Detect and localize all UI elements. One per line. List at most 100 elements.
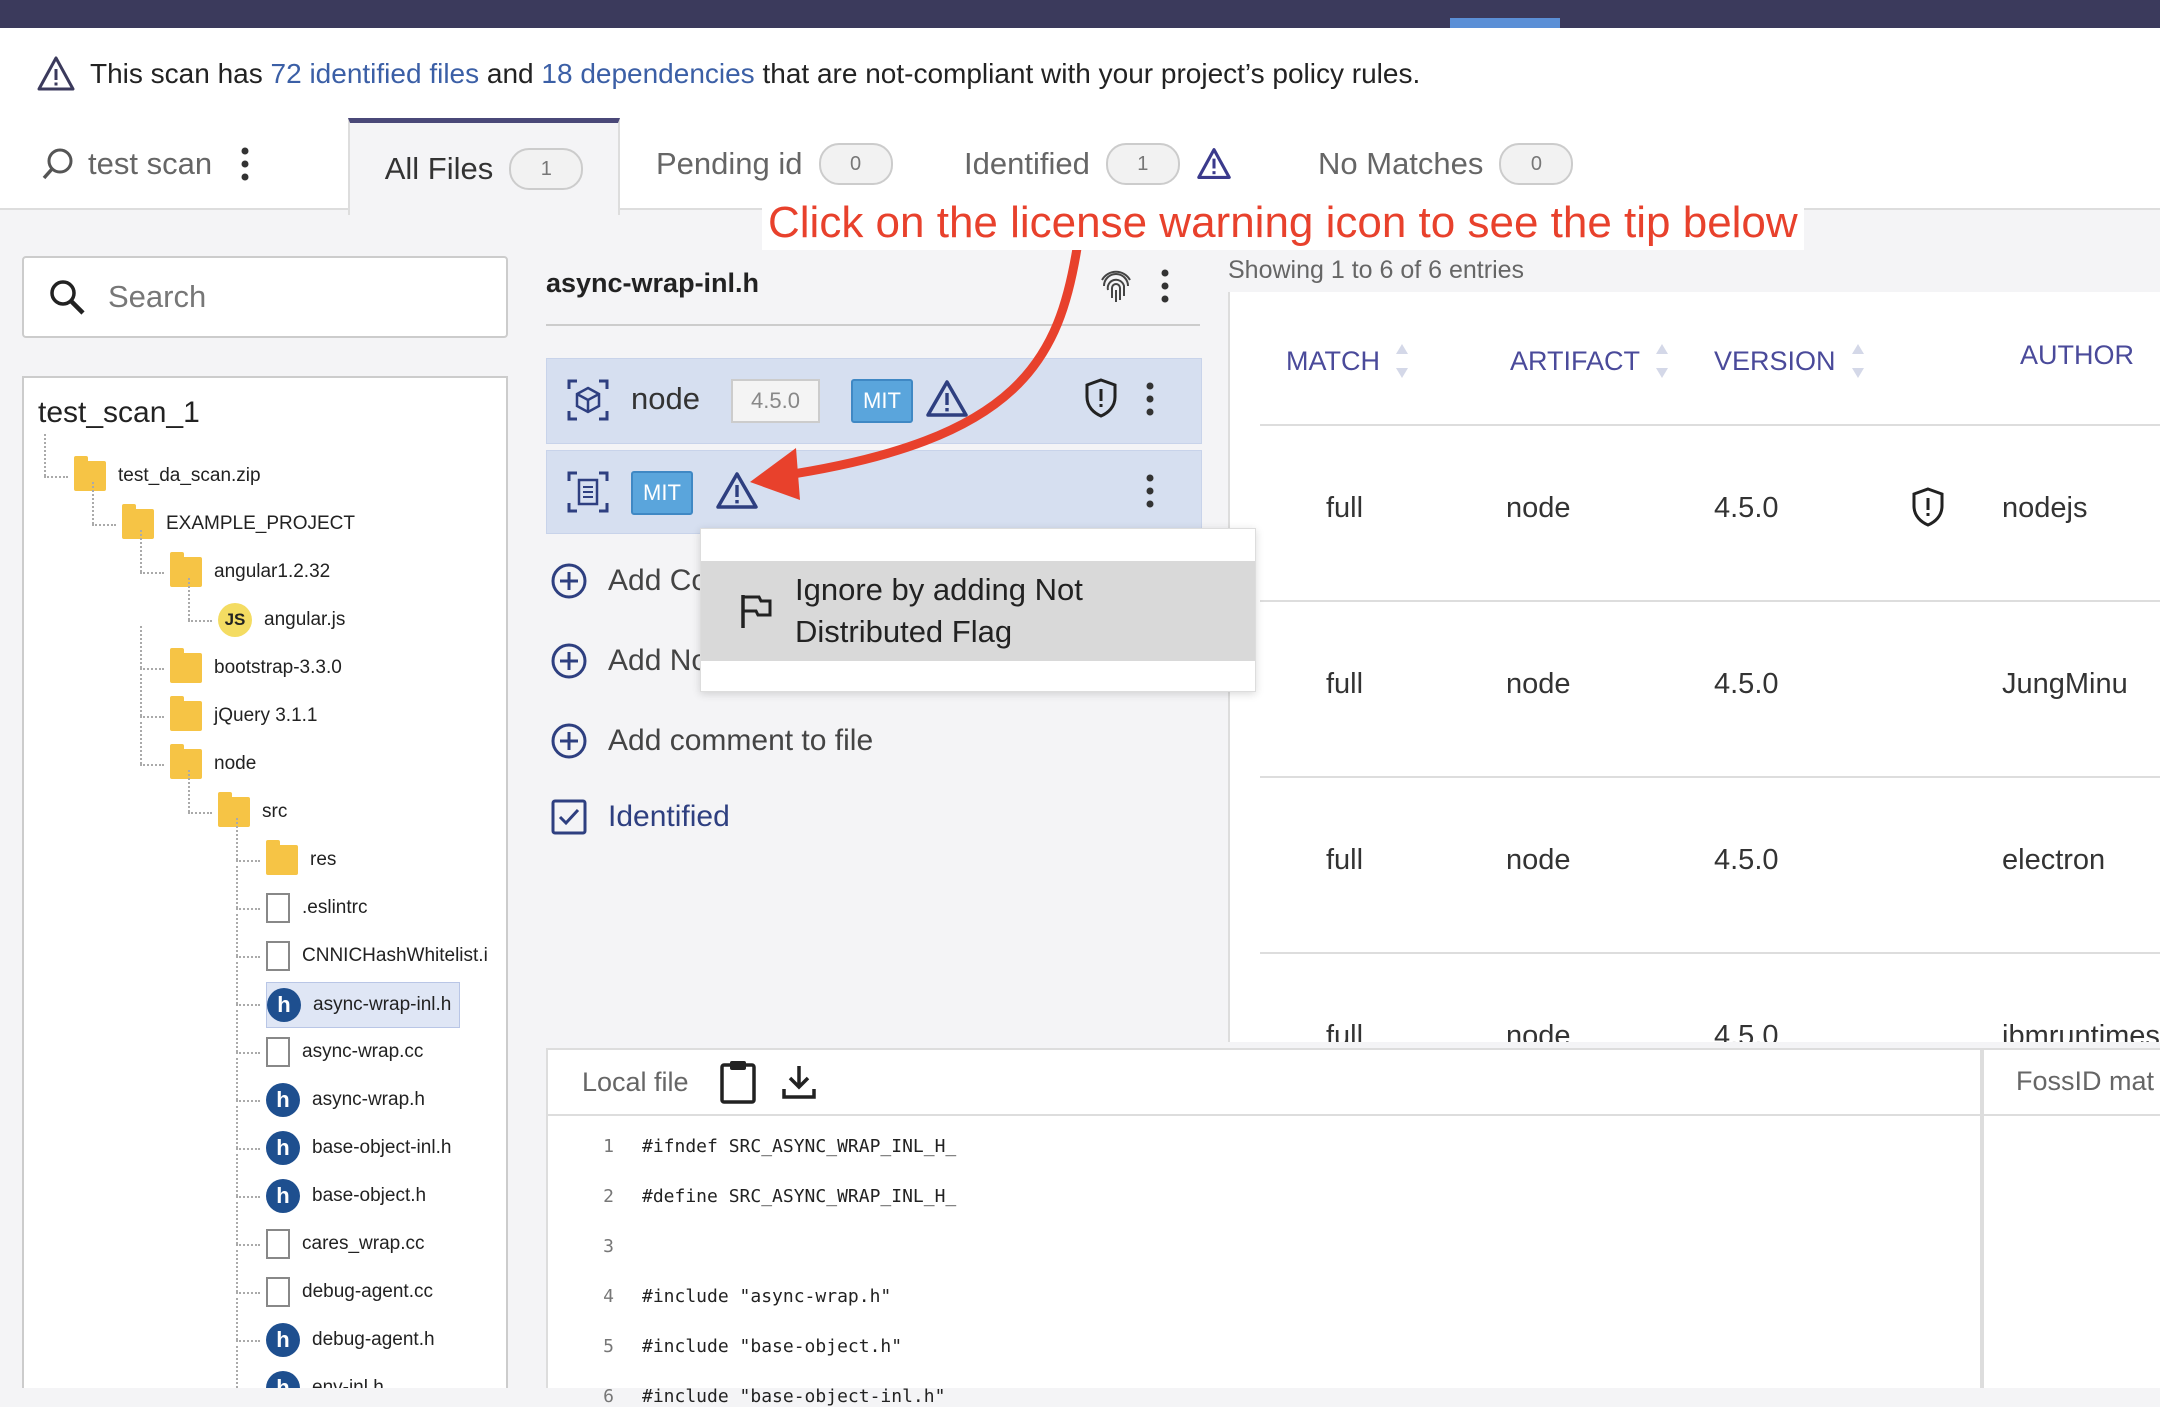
code-line: #define SRC_ASYNC_WRAP_INL_H_ — [642, 1186, 957, 1207]
tree-connector — [236, 914, 238, 956]
tree-item[interactable]: async-wrap.cc — [266, 1030, 431, 1074]
add-component-button[interactable]: Add Co — [550, 556, 708, 606]
tree-item-label: src — [262, 801, 288, 822]
scan-selector[interactable]: test scan — [40, 120, 250, 208]
flag-icon — [741, 595, 772, 628]
tree-item[interactable]: node — [170, 742, 264, 786]
tree-item-label: jQuery 3.1.1 — [214, 705, 318, 726]
line-number: 3 — [603, 1236, 614, 1257]
row-divider — [1260, 776, 2160, 778]
tab-identified[interactable]: Identified 1 — [964, 120, 1232, 208]
add-comment-button[interactable]: Add comment to file — [550, 716, 873, 766]
more-vert-icon[interactable] — [1145, 473, 1155, 509]
tree-item[interactable]: h env-inl.h — [266, 1366, 392, 1388]
folder-icon — [74, 456, 106, 491]
tree-item-label: debug-agent.h — [312, 1329, 435, 1350]
tree-connector — [236, 818, 238, 860]
search-icon — [42, 148, 73, 180]
tree-item[interactable]: JS angular.js — [218, 598, 353, 642]
tree-item-label: CNNICHashWhitelist.i — [302, 945, 488, 966]
tree-item[interactable]: cares_wrap.cc — [266, 1222, 433, 1266]
tree-item-label: base-object.h — [312, 1185, 427, 1206]
tree-item[interactable]: .eslintrc — [266, 886, 375, 930]
clipboard-icon[interactable] — [719, 1059, 757, 1105]
matches-table: MATCH ARTIFACT VERSION AUTHOR full node … — [1228, 292, 2160, 1042]
tree-root-label: test_scan_1 — [38, 396, 200, 429]
identified-files-link[interactable]: 72 identified files — [271, 58, 480, 89]
license-badge[interactable]: MIT — [631, 471, 693, 515]
tree-connector — [236, 860, 260, 862]
more-vert-icon[interactable] — [1145, 381, 1155, 417]
file-tree: test_scan_1 test_da_scan.zip EXAMPLE_PROJ… — [22, 376, 508, 1388]
tree-item[interactable]: test_da_scan.zip — [74, 454, 269, 498]
tree-item-label: node — [214, 753, 257, 774]
folder-icon — [266, 840, 298, 875]
row-divider — [1260, 600, 2160, 602]
tree-item[interactable]: h debug-agent.h — [266, 1318, 443, 1362]
tree-connector — [236, 956, 260, 958]
cell-artifact: node — [1506, 1020, 1571, 1042]
more-vert-icon[interactable] — [1160, 268, 1170, 304]
folder-icon — [218, 792, 250, 827]
tab-no-matches[interactable]: No Matches 0 — [1318, 120, 1574, 208]
action-label: Add Co — [608, 564, 709, 597]
tree-item-label: base-object-inl.h — [312, 1137, 452, 1158]
shield-icon[interactable] — [1910, 486, 1946, 528]
tab-label: Pending id — [656, 146, 803, 181]
cell-version: 4.5.0 — [1714, 844, 1779, 876]
column-header-match[interactable]: MATCH — [1286, 340, 1410, 382]
component-icon — [567, 379, 609, 421]
action-label: Identified — [608, 800, 730, 833]
tree-connector — [92, 482, 94, 524]
tree-item[interactable]: h base-object-inl.h — [266, 1126, 459, 1170]
tree-connector — [188, 770, 190, 812]
cell-author: nodejs — [2002, 492, 2088, 524]
header-label: VERSION — [1714, 345, 1836, 376]
row-divider — [1260, 952, 2160, 954]
tree-item[interactable]: h async-wrap.h — [266, 1078, 433, 1122]
ignore-not-distributed-menu-item[interactable]: Ignore by adding Not Distributed Flag — [701, 561, 1255, 661]
local-file-title: Local file — [582, 1066, 689, 1097]
tree-connector — [236, 1298, 238, 1340]
more-vert-icon[interactable] — [240, 146, 250, 182]
line-number: 2 — [603, 1186, 614, 1207]
tree-item[interactable]: debug-agent.cc — [266, 1270, 441, 1314]
search-placeholder: Search — [108, 279, 207, 314]
tree-connector — [188, 812, 212, 814]
tree-item[interactable]: h async-wrap-inl.h — [266, 982, 461, 1028]
header-file-icon: h — [266, 1131, 300, 1165]
tab-count-badge: 1 — [509, 148, 584, 190]
tab-all-files[interactable]: All Files 1 — [348, 118, 620, 215]
code-line: #ifndef SRC_ASYNC_WRAP_INL_H_ — [642, 1136, 957, 1157]
tree-item[interactable]: EXAMPLE_PROJECT — [122, 502, 363, 546]
tree-connector — [236, 1058, 238, 1100]
dependencies-link[interactable]: 18 dependencies — [541, 58, 754, 89]
cell-author: JungMinu — [2002, 668, 2128, 700]
tree-item[interactable]: h base-object.h — [266, 1174, 434, 1218]
download-icon[interactable] — [781, 1063, 817, 1101]
code-line: #include "base-object.h" — [642, 1336, 903, 1357]
sort-icon — [1851, 344, 1864, 378]
add-note-button[interactable]: Add No — [550, 636, 708, 686]
tree-item[interactable]: CNNICHashWhitelist.i — [266, 934, 496, 978]
tab-pending-id[interactable]: Pending id 0 — [656, 120, 893, 208]
tree-item-label: debug-agent.cc — [302, 1281, 433, 1302]
local-file-header: Local file — [548, 1050, 1980, 1116]
tree-item[interactable]: jQuery 3.1.1 — [170, 694, 326, 738]
column-header-author[interactable]: AUTHOR — [2020, 340, 2134, 371]
file-icon — [266, 1277, 290, 1307]
tree-connector — [236, 962, 238, 1004]
tree-item[interactable]: res — [266, 838, 344, 882]
tree-connector — [236, 1340, 260, 1342]
tree-connector — [236, 1244, 260, 1246]
tree-connector — [140, 764, 164, 766]
identified-checkbox[interactable]: Identified — [550, 792, 730, 842]
file-search-box[interactable]: Search — [22, 256, 508, 338]
code-line: #include "async-wrap.h" — [642, 1286, 892, 1307]
column-header-version[interactable]: VERSION — [1714, 340, 1866, 382]
tree-item[interactable]: src — [218, 790, 295, 834]
column-header-artifact[interactable]: ARTIFACT — [1510, 340, 1670, 382]
tree-item[interactable]: bootstrap-3.3.0 — [170, 646, 350, 690]
tree-item[interactable]: angular1.2.32 — [170, 550, 338, 594]
policy-warning-banner: This scan has 72 identified files and 18… — [0, 28, 2160, 120]
